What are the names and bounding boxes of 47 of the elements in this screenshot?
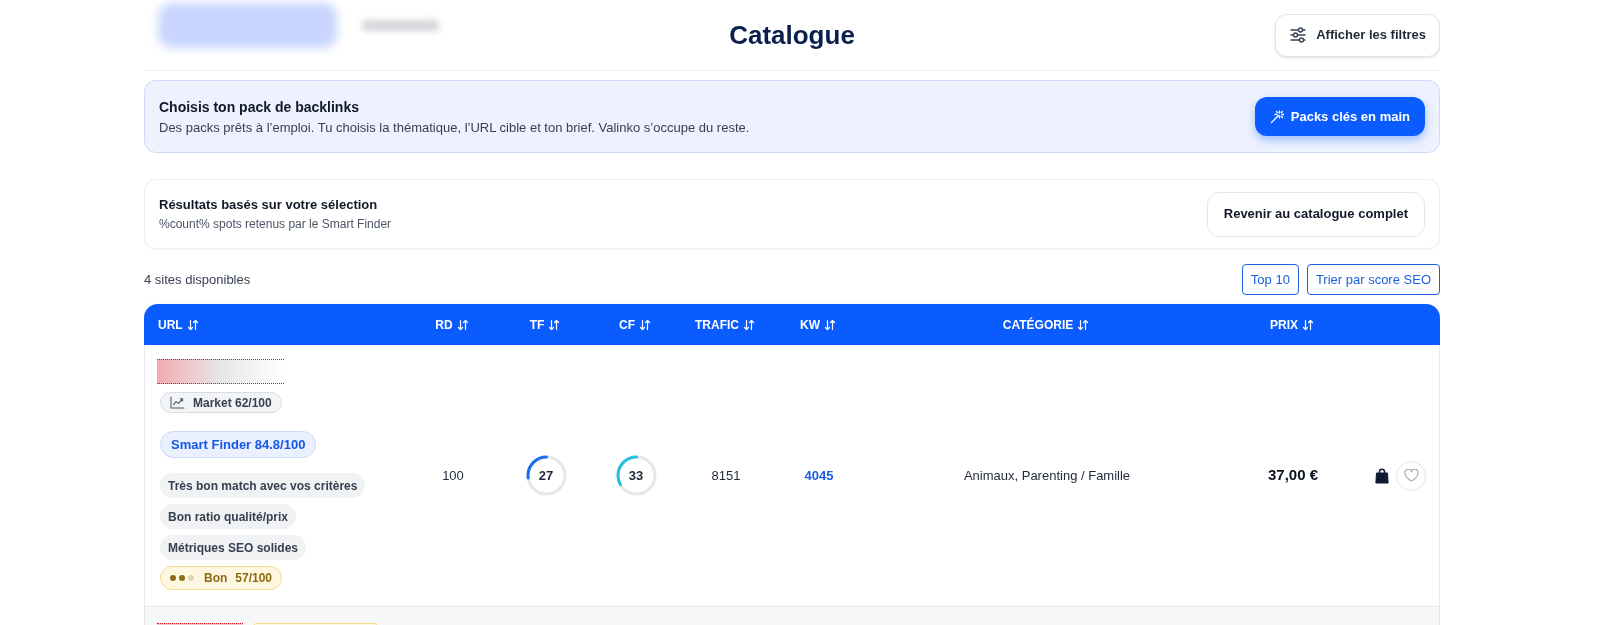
price-value: 37,00 € [1267, 465, 1318, 486]
quality-label: Bon [204, 570, 228, 587]
sort-icon [548, 318, 561, 331]
rd-value: 100 [442, 466, 464, 485]
sort-icon [456, 318, 469, 331]
column-header[interactable]: CATÉGORIE [1002, 315, 1090, 334]
quality-score: 57/100 [235, 570, 273, 587]
column-header[interactable]: PRIX [1270, 315, 1314, 334]
column-header[interactable]: TRAFIC [695, 315, 755, 334]
column-header[interactable]: KW [800, 315, 836, 334]
smart-finder-score: Smart Finder 84.8/100 [160, 431, 317, 458]
traffic-value: 8151 [711, 466, 741, 485]
column-header[interactable]: URL [158, 315, 199, 334]
results-count: 4 sites disponibles [144, 270, 251, 289]
sort-icon [186, 318, 199, 331]
match-reason: Très bon match avec vos critères [160, 473, 366, 498]
column-header[interactable]: RD [435, 315, 469, 334]
back-to-catalogue-button[interactable]: Revenir au catalogue complet [1206, 191, 1425, 237]
page-title: Catalogue [729, 22, 855, 48]
sort-icon [1077, 318, 1090, 331]
sliders-icon [1289, 26, 1308, 44]
shopping-bag-icon [1375, 467, 1389, 484]
sort-icon [824, 318, 836, 331]
favorite-button[interactable] [1396, 460, 1426, 491]
category-value: Animaux, Parenting / Famille [963, 466, 1131, 485]
selection-title: Résultats basés sur votre sélection [159, 198, 379, 211]
column-header[interactable]: CF [619, 315, 651, 334]
tf-score: 27 [538, 469, 554, 482]
banner-description: Des packs prêts à l’emploi. Tu choisis la thématique, l’URL cible et ton brief. Valinko s’occupe du reste. [159, 120, 750, 134]
match-reason: Bon ratio qualité/prix [160, 504, 296, 529]
packs-button[interactable]: Packs clés en main [1254, 97, 1425, 136]
sort-icon [639, 318, 651, 331]
banner-title: Choisis ton pack de backlinks [159, 99, 360, 114]
filters-button[interactable]: Afficher les filtres [1275, 13, 1440, 57]
magic-wand-icon [1269, 109, 1284, 124]
cf-score: 33 [628, 469, 644, 482]
market-score: Market 62/100 [193, 394, 272, 412]
column-header[interactable]: TF [529, 315, 561, 334]
sort-icon [743, 318, 755, 331]
trend-chart-icon [170, 396, 185, 409]
sort-button[interactable]: Trier par score SEO [1306, 264, 1440, 295]
keywords-link[interactable]: 4045 [804, 465, 834, 486]
heart-icon [1403, 469, 1419, 482]
sort-icon [1302, 318, 1314, 331]
selection-subtitle: %count% spots retenus par le Smart Finder [159, 218, 392, 230]
sort-button[interactable]: Top 10 [1241, 264, 1299, 295]
match-reason: Métriques SEO solides [160, 535, 307, 560]
